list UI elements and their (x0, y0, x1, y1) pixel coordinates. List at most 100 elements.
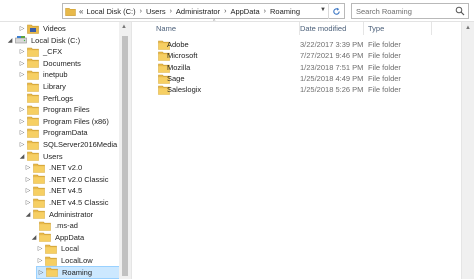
expand-arrow-icon[interactable]: ▷ (24, 164, 32, 171)
file-name: Adobe (167, 40, 189, 49)
tree-item-label: Videos (43, 24, 66, 33)
file-date-modified: 1/25/2018 5:26 PM (300, 85, 364, 95)
tree-item[interactable]: ▷ Roaming (36, 265, 130, 279)
scrollbar[interactable]: ▲ (461, 22, 474, 279)
folder-icon (26, 116, 43, 127)
folder-icon (26, 70, 43, 80)
folder-icon (38, 232, 55, 243)
file-date-modified: 7/27/2021 9:46 PM (300, 51, 364, 61)
scroll-up-icon[interactable]: ▲ (121, 24, 127, 30)
column-header: Name ^ Date modified Type (133, 19, 461, 35)
folder-icon (32, 186, 49, 196)
column-name[interactable]: Name ^ (151, 19, 299, 35)
expand-arrow-icon[interactable]: ▷ (18, 71, 26, 78)
address-bar-row: « Local Disk (C:) › Users › Administrato… (0, 0, 474, 22)
expand-arrow-icon[interactable]: ▷ (24, 187, 32, 194)
tree-item-label: Local Disk (C:) (31, 35, 81, 45)
tree-item-label: .NET v4.5 Classic (49, 198, 109, 207)
file-row[interactable]: Adobe 3/22/2017 3:39 PM File folder (133, 39, 443, 51)
collapse-arrow-icon[interactable]: ◢ (24, 211, 32, 218)
file-type: File folder (368, 73, 401, 83)
folder-icon (32, 198, 49, 208)
tree-item-label: Program Files (43, 105, 90, 115)
breadcrumb-overflow-icon[interactable]: « (79, 7, 84, 16)
tree-item-label: Roaming (62, 267, 93, 277)
breadcrumb-roaming[interactable]: Roaming (270, 7, 300, 16)
folder-icon (26, 93, 43, 103)
breadcrumb-administrator[interactable]: Administrator (176, 7, 220, 16)
column-type-label: Type (368, 24, 385, 33)
expand-arrow-icon[interactable]: ▷ (37, 269, 45, 276)
expand-arrow-icon[interactable]: ▷ (18, 118, 26, 125)
scroll-up-icon[interactable]: ▲ (465, 25, 471, 31)
file-date-modified: 1/25/2018 4:49 PM (300, 73, 364, 83)
column-date-modified[interactable]: Date modified (295, 22, 363, 35)
file-name: Mozilla (167, 62, 191, 72)
search-input[interactable] (352, 4, 452, 18)
chevron-right-icon[interactable]: › (224, 8, 226, 15)
expand-arrow-icon[interactable]: ▷ (18, 129, 26, 136)
file-date-modified: 1/23/2018 7:51 PM (300, 62, 364, 72)
file-type: File folder (368, 51, 401, 61)
folder-icon (26, 47, 43, 57)
breadcrumb-users[interactable]: Users (146, 7, 166, 16)
file-type: File folder (368, 62, 401, 72)
expand-arrow-icon[interactable]: ▷ (18, 141, 26, 148)
expand-arrow-icon[interactable]: ▷ (36, 257, 44, 264)
expand-arrow-icon[interactable]: ▷ (36, 245, 44, 252)
folder-icon (45, 267, 62, 277)
navigation-pane: ▷ Videos ◢ Local Disk (C:) ▷ _CFX ▷ Documents ▷ i… (0, 22, 132, 279)
chevron-right-icon[interactable]: › (264, 8, 266, 15)
tree-item-label: Users (43, 151, 63, 161)
column-divider[interactable] (431, 22, 432, 35)
refresh-button[interactable] (328, 3, 344, 19)
file-row[interactable]: Sage 1/25/2018 4:49 PM File folder (133, 73, 443, 85)
file-row[interactable]: Saleslogix 1/25/2018 5:26 PM File folder (133, 84, 443, 96)
expand-arrow-icon[interactable]: ▷ (24, 176, 32, 183)
file-row[interactable]: Microsoft 7/27/2021 9:46 PM File folder (133, 50, 443, 62)
column-type[interactable]: Type (363, 22, 431, 35)
chevron-down-icon[interactable]: ▼ (320, 7, 326, 13)
collapse-arrow-icon[interactable]: ◢ (30, 234, 38, 241)
nav-scrollbar[interactable]: ▲ (119, 22, 131, 279)
folder-icon (26, 82, 43, 92)
chevron-right-icon[interactable]: › (170, 8, 172, 15)
tree-item-label: ProgramData (43, 128, 88, 138)
expand-arrow-icon[interactable]: ▷ (18, 60, 26, 67)
file-type: File folder (368, 40, 401, 49)
tree-item-label: AppData (55, 232, 85, 242)
folder-icon (38, 221, 55, 231)
expand-arrow-icon[interactable]: ▷ (18, 25, 26, 32)
tree-item-label: PerfLogs (43, 93, 74, 103)
folder-icon (44, 256, 61, 266)
breadcrumb-local-disk[interactable]: Local Disk (C:) (86, 7, 135, 16)
tree-item-label: Program Files (x86) (43, 116, 109, 126)
tree-item-label: .NET v2.0 (49, 163, 83, 173)
expand-arrow-icon[interactable]: ▷ (24, 199, 32, 206)
chevron-right-icon[interactable]: › (140, 8, 142, 15)
search-box[interactable] (351, 3, 469, 19)
tree-item-label: inetpub (43, 70, 68, 80)
file-date-modified: 3/22/2017 3:39 PM (300, 40, 364, 49)
tree-item-label: _CFX (43, 47, 63, 57)
tree-item-label: LocalLow (61, 256, 93, 265)
breadcrumb-appdata[interactable]: AppData (230, 7, 259, 16)
collapse-arrow-icon[interactable]: ◢ (18, 153, 26, 160)
tree-item-label: Local (61, 244, 79, 254)
scroll-thumb[interactable] (122, 36, 128, 276)
folder-icon (26, 105, 43, 115)
search-icon[interactable] (455, 6, 465, 16)
file-name: Sage (167, 73, 185, 83)
tree-item-label: SQLServer2016Media (43, 140, 118, 149)
collapse-arrow-icon[interactable]: ◢ (6, 37, 14, 44)
folder-icon (26, 151, 43, 161)
expand-arrow-icon[interactable]: ▷ (18, 106, 26, 113)
address-bar[interactable]: « Local Disk (C:) › Users › Administrato… (62, 3, 345, 19)
folder-icon (65, 7, 76, 16)
folder-icon (26, 58, 43, 69)
expand-arrow-icon[interactable]: ▷ (18, 48, 26, 55)
folder-icon (26, 128, 43, 138)
sort-up-icon: ^ (213, 19, 216, 25)
refresh-icon (333, 7, 340, 15)
file-row[interactable]: Mozilla 1/23/2018 7:51 PM File folder (133, 62, 443, 74)
